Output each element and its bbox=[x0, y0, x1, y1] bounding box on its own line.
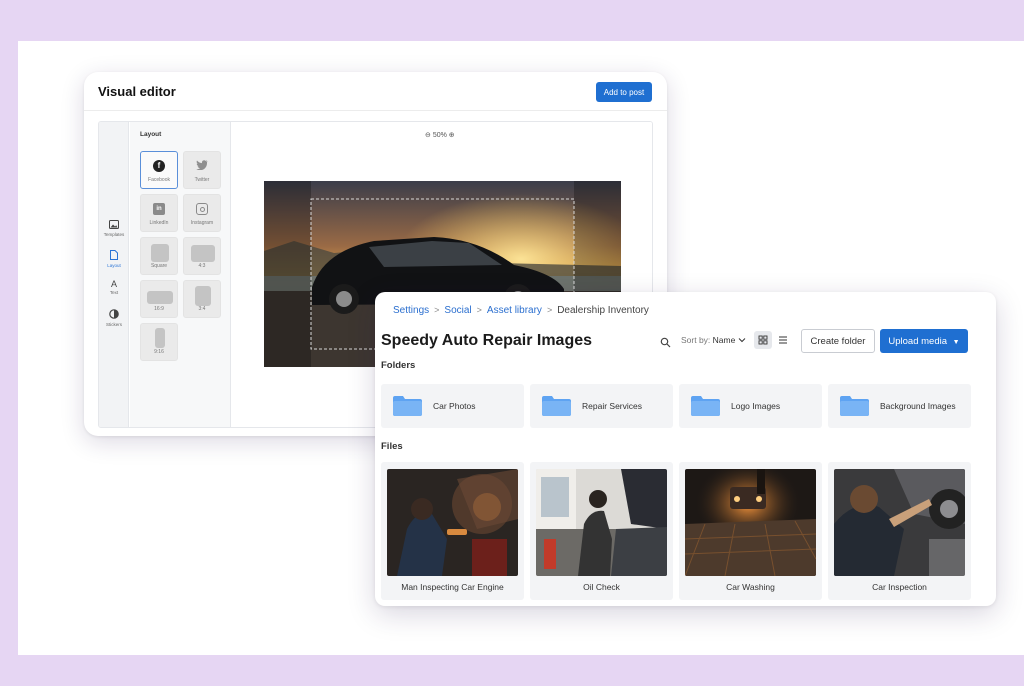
rail-label: Layout bbox=[107, 263, 121, 268]
editor-title: Visual editor bbox=[98, 84, 176, 99]
rail-item-layout[interactable]: Layout bbox=[99, 250, 129, 268]
folder-name: Logo Images bbox=[731, 401, 781, 411]
breadcrumb-social[interactable]: Social bbox=[444, 305, 471, 316]
twitter-icon bbox=[196, 160, 208, 172]
layout-panel: Layout f Facebook Twitter in LinkedIn In… bbox=[130, 122, 231, 427]
folder-card[interactable]: Repair Services bbox=[530, 384, 673, 428]
caret-down-icon: ▼ bbox=[952, 338, 960, 346]
sticker-icon bbox=[99, 309, 129, 321]
folder-icon bbox=[691, 396, 720, 416]
tile-label: Twitter bbox=[194, 177, 210, 183]
breadcrumb-settings[interactable]: Settings bbox=[393, 305, 429, 316]
file-thumbnail bbox=[834, 469, 965, 576]
tile-label: 3:4 bbox=[198, 306, 206, 312]
text-icon: A bbox=[110, 279, 117, 289]
folder-icon bbox=[393, 396, 422, 416]
file-name: Man Inspecting Car Engine bbox=[401, 582, 504, 592]
asset-library-window: Settings > Social > Asset library > Dealership… bbox=[375, 292, 996, 606]
editor-rail: Templates Layout A Text Stickers bbox=[99, 122, 129, 427]
rail-item-stickers[interactable]: Stickers bbox=[99, 309, 129, 327]
layout-tile-3-4[interactable]: 3:4 bbox=[183, 280, 221, 318]
layout-tile-instagram[interactable]: Instagram bbox=[183, 194, 221, 232]
instagram-icon bbox=[196, 203, 208, 215]
folder-name: Repair Services bbox=[582, 401, 642, 411]
breadcrumb-current: Dealership Inventory bbox=[557, 305, 649, 316]
list-icon bbox=[779, 336, 787, 344]
add-to-post-button[interactable]: Add to post bbox=[596, 82, 652, 102]
file-name: Oil Check bbox=[583, 582, 620, 592]
chevron-right-icon: > bbox=[546, 305, 553, 315]
sort-value: Name bbox=[712, 335, 736, 345]
rail-label: Text bbox=[109, 290, 119, 295]
file-name: Car Inspection bbox=[872, 582, 927, 592]
zoom-level: 50% bbox=[432, 132, 447, 139]
file-card[interactable]: Oil Check bbox=[530, 462, 673, 600]
layout-tile-9-16[interactable]: 9:16 bbox=[140, 323, 178, 361]
upload-media-label: Upload media bbox=[888, 335, 948, 347]
editor-divider bbox=[84, 110, 667, 111]
folder-card[interactable]: Background Images bbox=[828, 384, 971, 428]
layout-tile-4-3[interactable]: 4:3 bbox=[183, 237, 221, 275]
rail-label: Templates bbox=[103, 232, 125, 237]
aspect-shape bbox=[155, 328, 165, 348]
file-card[interactable]: Man Inspecting Car Engine bbox=[381, 462, 524, 600]
folder-card[interactable]: Logo Images bbox=[679, 384, 822, 428]
sort-label: Sort by: bbox=[681, 335, 711, 345]
square-shape bbox=[151, 244, 169, 262]
chevron-right-icon: > bbox=[434, 305, 440, 315]
chevron-down-icon bbox=[738, 335, 746, 345]
aspect-shape bbox=[195, 286, 211, 306]
breadcrumb: Settings > Social > Asset library > Dealership… bbox=[393, 305, 649, 316]
file-thumbnail bbox=[685, 469, 816, 576]
tile-label: Instagram bbox=[190, 220, 214, 226]
folder-card[interactable]: Car Photos bbox=[381, 384, 524, 428]
folder-icon bbox=[542, 396, 571, 416]
facebook-icon: f bbox=[153, 160, 165, 172]
create-folder-button[interactable]: Create folder bbox=[801, 329, 875, 353]
upload-media-button[interactable]: Upload media ▼ bbox=[880, 329, 968, 353]
aspect-shape bbox=[191, 245, 215, 262]
file-card[interactable]: Car Washing bbox=[679, 462, 822, 600]
image-icon bbox=[99, 220, 129, 231]
rail-label: Stickers bbox=[105, 322, 122, 327]
zoom-out-icon[interactable]: ⊖ bbox=[425, 132, 431, 139]
zoom-in-icon[interactable]: ⊕ bbox=[449, 132, 455, 139]
grid-icon bbox=[758, 335, 768, 345]
rail-item-text[interactable]: A Text bbox=[99, 279, 129, 295]
folders-heading: Folders bbox=[381, 360, 416, 371]
linkedin-icon: in bbox=[153, 203, 165, 215]
list-view-toggle[interactable] bbox=[774, 331, 792, 349]
file-card[interactable]: Car Inspection bbox=[828, 462, 971, 600]
rail-item-templates[interactable]: Templates bbox=[99, 220, 129, 237]
tile-label: 9:16 bbox=[154, 349, 164, 355]
file-name: Car Washing bbox=[726, 582, 775, 592]
folder-icon bbox=[840, 396, 869, 416]
files-heading: Files bbox=[381, 441, 403, 452]
layout-heading: Layout bbox=[140, 131, 162, 138]
breadcrumb-asset-library[interactable]: Asset library bbox=[487, 305, 542, 316]
tile-label: 4:3 bbox=[198, 263, 206, 269]
layout-tile-twitter[interactable]: Twitter bbox=[183, 151, 221, 189]
layout-tile-linkedin[interactable]: in LinkedIn bbox=[140, 194, 178, 232]
tile-label: LinkedIn bbox=[149, 220, 169, 226]
grid-view-toggle[interactable] bbox=[754, 331, 772, 349]
page-title: Speedy Auto Repair Images bbox=[381, 332, 593, 349]
layout-tile-square[interactable]: Square bbox=[140, 237, 178, 275]
tile-label: Facebook bbox=[148, 177, 170, 183]
tile-label: 16:9 bbox=[154, 306, 164, 312]
layout-tile-16-9[interactable]: 16:9 bbox=[140, 280, 178, 318]
aspect-shape bbox=[147, 291, 173, 304]
document-icon bbox=[99, 250, 129, 262]
tile-label: Square bbox=[150, 263, 168, 269]
layout-tile-facebook[interactable]: f Facebook bbox=[140, 151, 178, 189]
folder-name: Background Images bbox=[880, 401, 956, 411]
folder-name: Car Photos bbox=[433, 401, 476, 411]
file-thumbnail bbox=[387, 469, 518, 576]
sort-dropdown[interactable]: Sort by: Name bbox=[681, 335, 746, 345]
chevron-right-icon: > bbox=[476, 305, 482, 315]
file-thumbnail bbox=[536, 469, 667, 576]
search-icon[interactable] bbox=[660, 335, 671, 348]
zoom-control: ⊖ 50% ⊕ bbox=[425, 131, 455, 139]
